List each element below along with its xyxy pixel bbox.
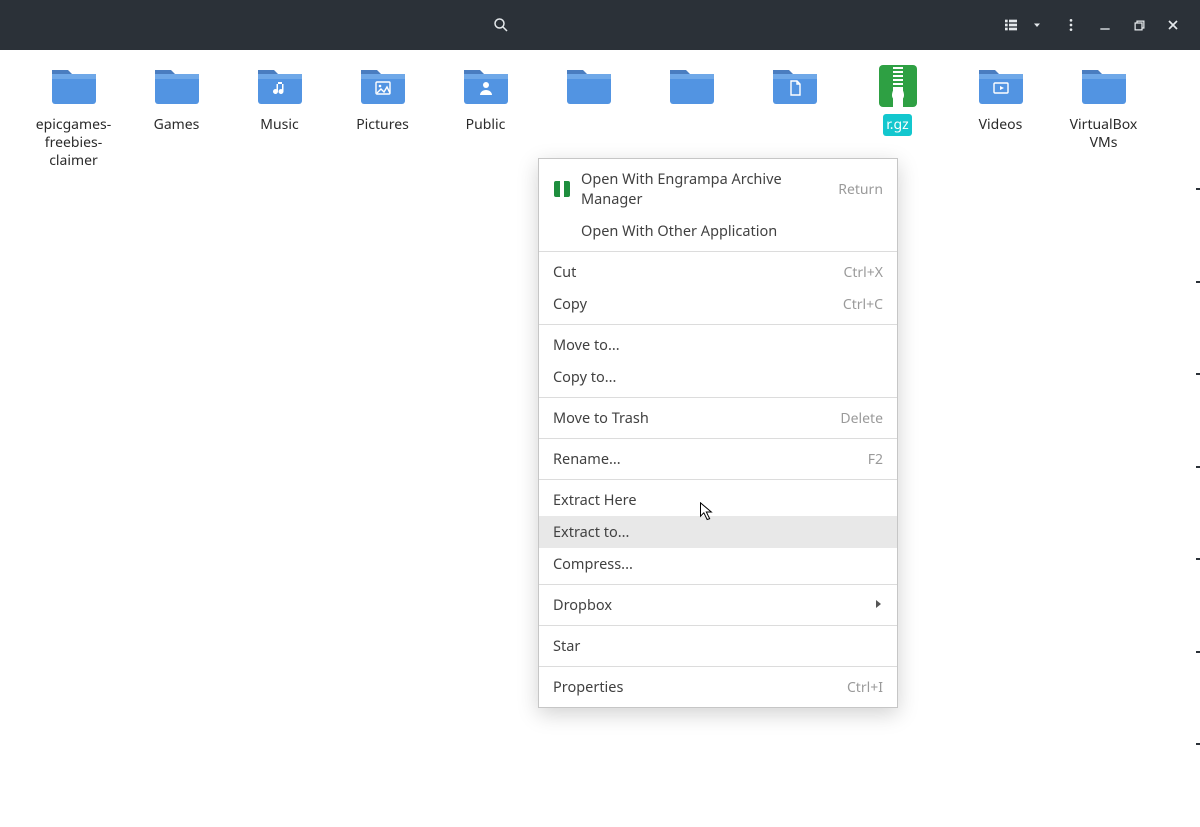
menu-item[interactable]: Star <box>539 630 897 662</box>
music-icon <box>271 79 289 97</box>
menu-item-label: Dropbox <box>553 595 873 615</box>
chevron-right-icon <box>873 598 883 613</box>
menu-item-label: Copy to... <box>553 367 883 387</box>
folder-icon <box>1080 64 1128 113</box>
item-label: r.gz <box>883 114 911 136</box>
person-icon <box>477 79 495 97</box>
document-icon <box>786 79 804 97</box>
titlebar <box>0 0 1200 50</box>
menu-item-label: Open With Other Application <box>581 221 883 241</box>
menu-item[interactable]: Move to... <box>539 329 897 361</box>
menu-separator <box>539 479 897 480</box>
folder-item[interactable]: Music <box>232 64 327 173</box>
item-label: Public <box>463 114 509 136</box>
menu-item[interactable]: Move to TrashDelete <box>539 402 897 434</box>
menu-separator <box>539 666 897 667</box>
menu-item[interactable]: PropertiesCtrl+I <box>539 671 897 703</box>
folder-item[interactable]: Pictures <box>335 64 430 173</box>
folder-icon <box>668 64 716 113</box>
menu-item[interactable]: Extract Here <box>539 484 897 516</box>
menu-separator <box>539 438 897 439</box>
archive-item[interactable]: r.gz <box>850 64 945 173</box>
menu-item[interactable]: Open With Engrampa Archive ManagerReturn <box>539 163 897 215</box>
folder-item[interactable]: Public <box>438 64 533 173</box>
menu-item-label: Copy <box>553 294 843 314</box>
close-icon[interactable] <box>1164 16 1182 34</box>
item-label: epicgames-freebies-claimer <box>26 114 121 173</box>
menu-separator <box>539 584 897 585</box>
menu-item-label: Extract to... <box>553 522 883 542</box>
folder-item[interactable] <box>747 64 842 173</box>
menu-item[interactable]: CopyCtrl+C <box>539 288 897 320</box>
folder-item[interactable]: Games <box>129 64 224 173</box>
item-label: Pictures <box>353 114 412 136</box>
menu-separator <box>539 397 897 398</box>
menu-item[interactable]: Open With Other Application <box>539 215 897 247</box>
menu-separator <box>539 251 897 252</box>
dropdown-icon[interactable] <box>1028 16 1046 34</box>
menu-item[interactable]: Rename...F2 <box>539 443 897 475</box>
menu-item-accel: Delete <box>840 409 883 428</box>
menu-item-accel: Return <box>838 180 883 199</box>
folder-item[interactable] <box>541 64 636 173</box>
minimize-icon[interactable] <box>1096 16 1114 34</box>
menu-item-accel: Ctrl+X <box>843 263 883 282</box>
menu-item-label: Move to Trash <box>553 408 840 428</box>
menu-item-label: Open With Engrampa Archive Manager <box>581 169 838 209</box>
folder-icon <box>153 64 201 113</box>
menu-item-label: Move to... <box>553 335 883 355</box>
folder-item[interactable] <box>644 64 739 173</box>
context-menu: Open With Engrampa Archive ManagerReturn… <box>538 158 898 708</box>
menu-item-label: Extract Here <box>553 490 883 510</box>
more-vert-icon[interactable] <box>1062 16 1080 34</box>
menu-item-accel: F2 <box>868 450 883 469</box>
item-label <box>689 114 695 118</box>
menu-item[interactable]: Compress... <box>539 548 897 580</box>
view-list-icon[interactable] <box>1002 16 1020 34</box>
item-label: Music <box>257 114 301 136</box>
menu-item-accel: Ctrl+C <box>843 295 883 314</box>
item-label: VirtualBox VMs <box>1056 114 1151 154</box>
menu-item-label: Properties <box>553 677 847 697</box>
menu-item-label: Cut <box>553 262 843 282</box>
menu-item-accel: Ctrl+I <box>847 678 883 697</box>
item-label: Videos <box>976 114 1026 136</box>
menu-item[interactable]: Extract to... <box>539 516 897 548</box>
item-label <box>792 114 798 118</box>
folder-item[interactable]: Videos <box>953 64 1048 173</box>
folder-item[interactable]: VirtualBox VMs <box>1056 64 1151 173</box>
archive-icon <box>874 64 922 108</box>
menu-item[interactable]: CutCtrl+X <box>539 256 897 288</box>
menu-item-label: Star <box>553 636 883 656</box>
menu-item-label: Rename... <box>553 449 868 469</box>
menu-separator <box>539 324 897 325</box>
folder-icon <box>565 64 613 113</box>
menu-separator <box>539 625 897 626</box>
image-icon <box>374 79 392 97</box>
search-icon[interactable] <box>492 16 510 34</box>
item-label: Games <box>151 114 203 136</box>
menu-item[interactable]: Copy to... <box>539 361 897 393</box>
video-icon <box>992 79 1010 97</box>
restore-icon[interactable] <box>1130 16 1148 34</box>
menu-item[interactable]: Dropbox <box>539 589 897 621</box>
edge-marks <box>1196 188 1200 827</box>
engrampa-icon <box>553 180 571 198</box>
item-label <box>586 114 592 118</box>
folder-icon <box>50 64 98 113</box>
menu-item-label: Compress... <box>553 554 883 574</box>
file-view[interactable]: epicgames-freebies-claimer Games Music P… <box>0 50 1200 827</box>
folder-item[interactable]: epicgames-freebies-claimer <box>26 64 121 173</box>
